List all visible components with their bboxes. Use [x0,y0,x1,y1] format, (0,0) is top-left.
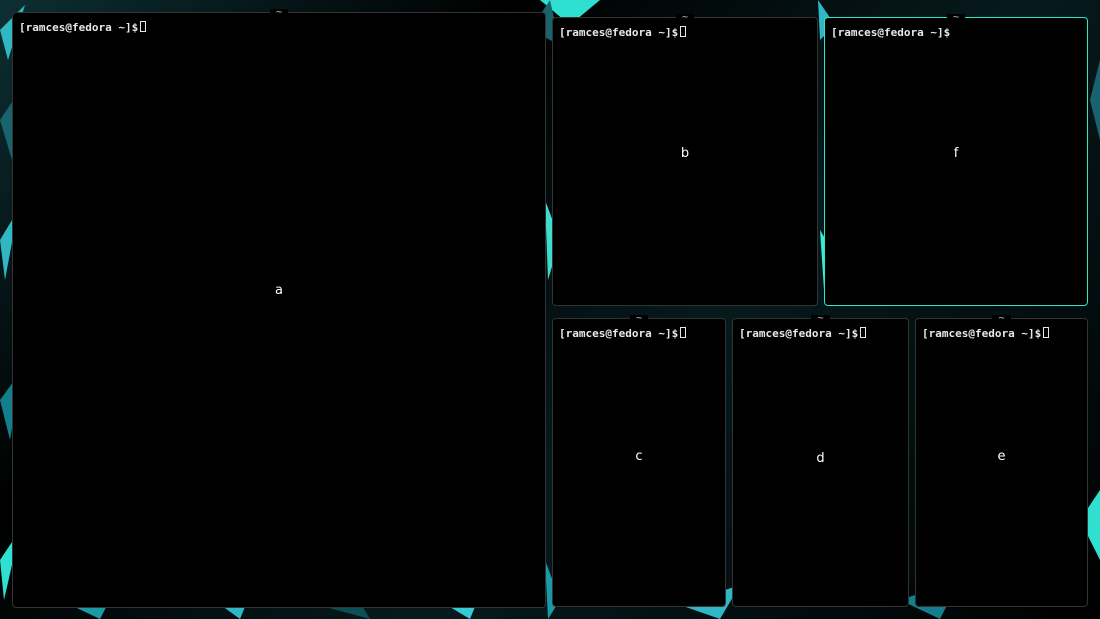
window-title: ~ [676,14,694,22]
window-hint-letter: f [954,146,959,161]
shell-prompt-line: [ramces@fedora ~]$ [831,26,1081,40]
window-titlebar: ~ [825,14,1087,22]
terminal-viewport[interactable]: [ramces@fedora ~]$ [19,21,539,601]
shell-prompt-line: [ramces@fedora ~]$ [559,327,719,341]
window-titlebar: ~ [916,315,1087,323]
shell-prompt-line: [ramces@fedora ~]$ [559,26,811,40]
terminal-window-a[interactable]: ~ [ramces@fedora ~]$ a [12,12,546,608]
window-titlebar: ~ [733,315,908,323]
window-title: ~ [811,315,829,323]
window-titlebar: ~ [13,9,545,17]
shell-prompt: [ramces@fedora ~]$ [922,327,1041,340]
shell-prompt-line: [ramces@fedora ~]$ [922,327,1081,341]
terminal-window-f[interactable]: ~ [ramces@fedora ~]$ f [824,17,1088,306]
window-manager-root: ~ [ramces@fedora ~]$ a ~ [ramces@fedora ~]$ b… [0,0,1100,619]
window-title: ~ [630,315,648,323]
shell-prompt: [ramces@fedora ~]$ [559,327,678,340]
text-cursor-icon [680,327,686,338]
shell-prompt-line: [ramces@fedora ~]$ [739,327,902,341]
window-hint-letter: c [635,449,642,464]
window-titlebar: ~ [553,14,817,22]
window-titlebar: ~ [553,315,725,323]
terminal-window-d[interactable]: ~ [ramces@fedora ~]$ d [732,318,909,607]
terminal-window-e[interactable]: ~ [ramces@fedora ~]$ e [915,318,1088,607]
window-title: ~ [270,9,288,17]
window-hint-letter: b [681,146,689,161]
shell-prompt: [ramces@fedora ~]$ [19,21,138,34]
shell-prompt-line: [ramces@fedora ~]$ [19,21,539,35]
window-hint-letter: a [275,283,283,298]
window-title: ~ [992,315,1010,323]
terminal-viewport[interactable]: [ramces@fedora ~]$ [831,26,1081,299]
window-hint-letter: d [816,451,824,466]
shell-prompt: [ramces@fedora ~]$ [831,26,950,39]
window-hint-letter: e [998,449,1006,464]
window-title: ~ [947,14,965,22]
terminal-viewport[interactable]: [ramces@fedora ~]$ [559,26,811,299]
terminal-window-c[interactable]: ~ [ramces@fedora ~]$ c [552,318,726,607]
text-cursor-icon [680,26,686,37]
shell-prompt: [ramces@fedora ~]$ [559,26,678,39]
terminal-window-b[interactable]: ~ [ramces@fedora ~]$ b [552,17,818,306]
text-cursor-icon [860,327,866,338]
text-cursor-icon [1043,327,1049,338]
shell-prompt: [ramces@fedora ~]$ [739,327,858,340]
text-cursor-icon [140,21,146,32]
